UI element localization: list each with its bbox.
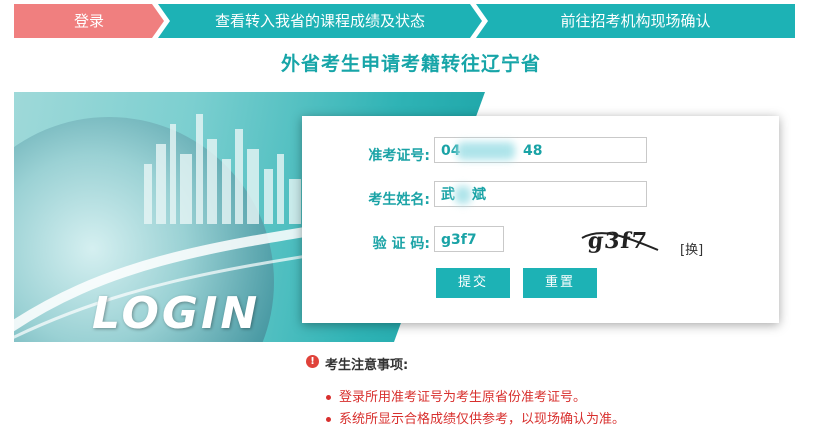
- warning-icon: !: [306, 355, 319, 368]
- step-onsite-confirm: 前往招考机构现场确认: [476, 4, 795, 38]
- submit-button[interactable]: 提交: [436, 268, 510, 298]
- step-progress-bar: 登录 查看转入我省的课程成绩及状态 前往招考机构现场确认: [14, 4, 795, 38]
- captcha-input[interactable]: g3f7: [434, 226, 504, 252]
- redacted-blur: [455, 186, 471, 204]
- bullet-icon: [326, 395, 331, 400]
- page-title: 外省考生申请考籍转往辽宁省: [280, 53, 541, 75]
- step-login: 登录: [14, 4, 164, 38]
- refresh-captcha-link[interactable]: [换]: [680, 239, 703, 258]
- name-input[interactable]: 武 斌: [434, 181, 647, 207]
- exam-number-input[interactable]: 04 48: [434, 137, 647, 163]
- notice-title: 考生注意事项:: [325, 358, 409, 373]
- notice-item: 登录所用准考证号为考生原省份准考证号。: [326, 386, 586, 405]
- name-label: 考生姓名:: [368, 192, 430, 208]
- captcha-label: 验 证 码:: [372, 236, 430, 252]
- notice-item: 系统所显示合格成绩仅供参考，以现场确认为准。: [326, 408, 625, 427]
- reset-button[interactable]: 重置: [523, 268, 597, 298]
- exam-number-label: 准考证号:: [368, 148, 430, 164]
- captcha-noise-line: [581, 232, 659, 251]
- login-watermark-text: LOGIN: [92, 288, 261, 339]
- redacted-blur: [457, 142, 515, 160]
- step-view-scores: 查看转入我省的课程成绩及状态: [158, 4, 482, 38]
- bullet-icon: [326, 417, 331, 422]
